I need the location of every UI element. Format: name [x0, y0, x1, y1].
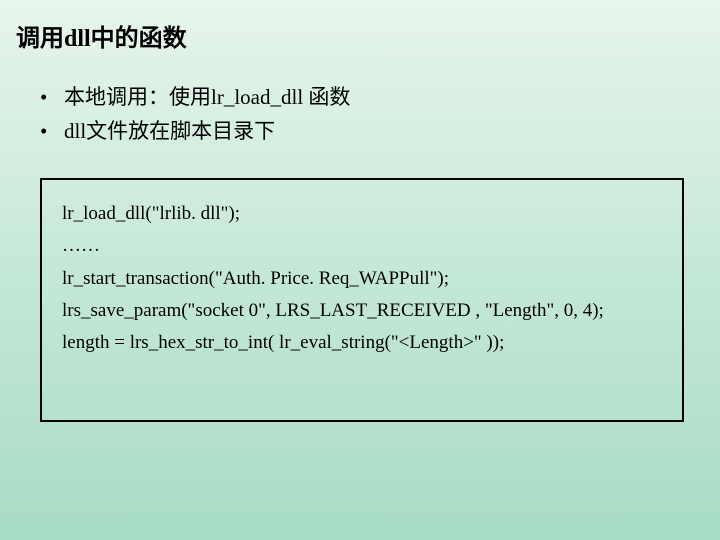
- code-line: ……: [62, 230, 662, 262]
- slide-title: 调用dll中的函数: [16, 18, 704, 53]
- bullet-item: dll文件放在脚本目录下: [40, 115, 704, 149]
- code-box: lr_load_dll("lrlib. dll"); …… lr_start_t…: [40, 178, 684, 421]
- bullet-list: 本地调用：使用lr_load_dll 函数 dll文件放在脚本目录下: [40, 81, 704, 148]
- code-line: lrs_save_param("socket 0", LRS_LAST_RECE…: [62, 295, 662, 327]
- code-line: lr_start_transaction("Auth. Price. Req_W…: [62, 263, 662, 295]
- code-line: lr_load_dll("lrlib. dll");: [62, 198, 662, 230]
- code-line: length = lrs_hex_str_to_int( lr_eval_str…: [62, 327, 662, 359]
- bullet-item: 本地调用：使用lr_load_dll 函数: [40, 81, 704, 115]
- slide-container: 调用dll中的函数 本地调用：使用lr_load_dll 函数 dll文件放在脚…: [0, 0, 720, 440]
